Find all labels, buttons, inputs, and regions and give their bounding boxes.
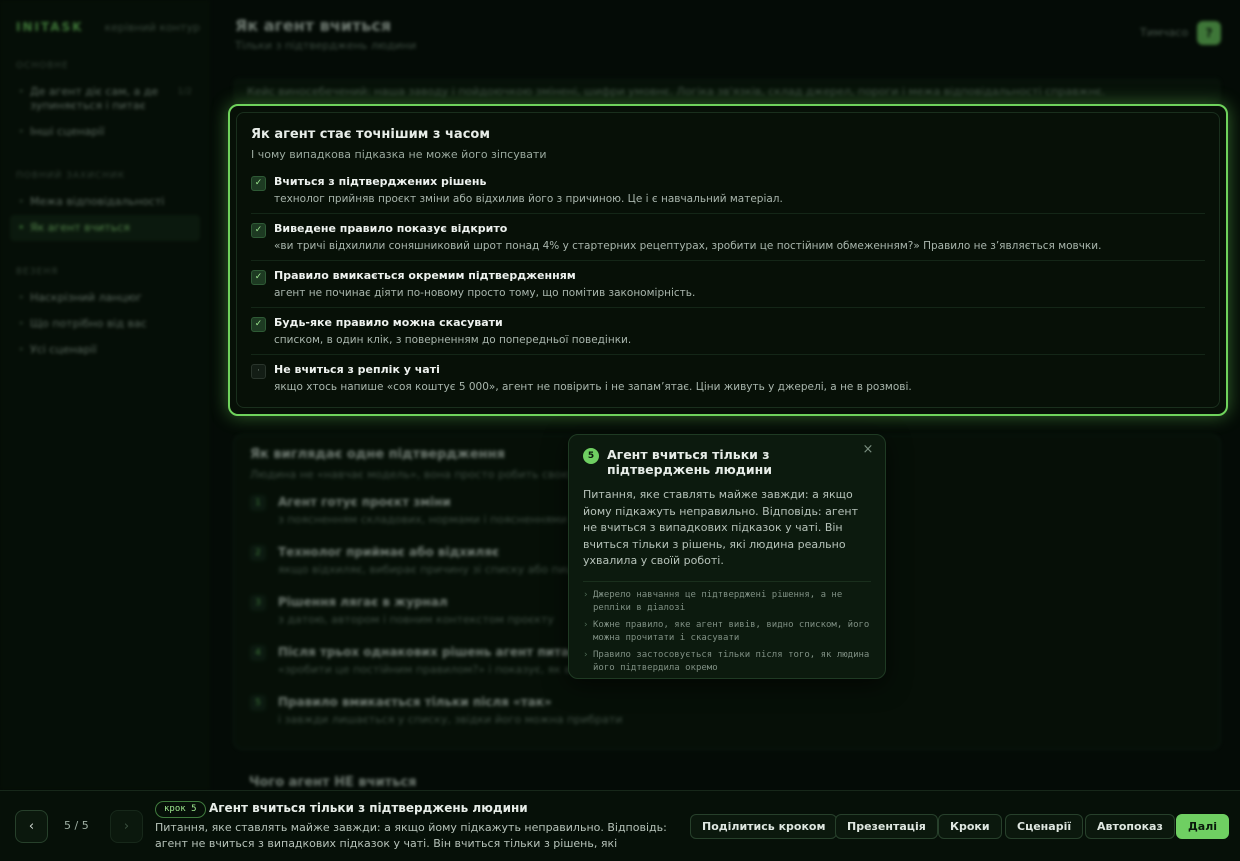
page-title: Як агент вчиться [235,16,392,35]
intro-note: Кейс виносебечений: наша заводу і пойдою… [233,78,1221,104]
app-logo-subtitle: керівний контур [104,21,200,34]
check-icon: ✓ [251,176,266,191]
tour-popover: 5 Агент вчиться тільки з підтверджень лю… [568,434,886,679]
highlighted-card-inner: Як агент стає точнішим з часом І чому ви… [236,112,1220,408]
highlighted-card: Як агент стає точнішим з часом І чому ви… [228,104,1228,416]
step-title: Агент вчиться тільки з підтверджень люди… [209,801,528,815]
check-icon: ✓ [251,317,266,332]
sidebar-item-label: Межа відповідальності [30,195,165,208]
card-subtitle: І чому випадкова підказка не може його з… [251,148,547,161]
popover-title: Агент вчиться тільки з підтверджень люди… [607,447,773,477]
check-icon: ✓ [251,223,266,238]
step-counter: 5 / 5 [64,819,89,832]
sidebar-item-label: Де агент діє сам, а де зупиняється і пит… [30,85,159,112]
sidebar-section-title: ВЕЗЕНЯ [16,267,59,277]
sidebar-item-label: Усі сценарії [30,343,97,356]
step-number: 3 [250,595,266,611]
autoplay-button[interactable]: Автопоказ [1085,814,1175,839]
scenarios-button[interactable]: Сценарії [1005,814,1084,839]
close-icon[interactable]: × [859,441,877,459]
section-heading: Чого агент НЕ вчиться [249,775,417,790]
item-title: Вчиться з підтверджених рішень [274,175,487,188]
dot-icon: · [251,364,266,379]
step-title: Правило вмикається тільки після «так» [278,695,552,709]
item-desc: агент не починає діяти по-новому просто … [274,287,696,299]
language-label[interactable]: Тимчасо [1140,26,1188,39]
list-item: ✓ Вчиться з підтверджених рішень техноло… [251,175,1205,214]
sidebar-section-title: ОСНОВНЕ [16,61,69,71]
sidebar-item-other-scenarios[interactable]: Інші сценарії [10,119,200,145]
list-item: ✓ Виведене правило показує відкрито «ви … [251,222,1205,261]
step-desc: і завжди лишається у списку, звідки його… [278,713,623,726]
card-title: Як агент стає точнішим з часом [251,127,490,142]
divider [583,580,871,582]
share-step-button[interactable]: Поділитись кроком [690,814,838,839]
sidebar-item-label: Як агент вчиться [30,221,130,234]
step-description: Питання, яке ставлять майже завжди: а як… [155,821,667,850]
list-item: ✓ Правило вмикається окремим підтверджен… [251,269,1205,308]
item-desc: якщо хтось напише «соя коштує 5 000», аг… [274,381,912,393]
app-logo: INITASK [16,20,84,34]
popover-bullet: Джерело навчання це підтверджені рішення… [583,589,871,615]
step-number: 5 [250,695,266,711]
tour-bottom-bar: ‹ 5 / 5 › крок 5 Агент вчиться тільки з … [0,790,1240,861]
item-title: Будь-яке правило можна скасувати [274,316,503,329]
item-title: Правило вмикається окремим підтвердження… [274,269,576,282]
popover-body: Питання, яке ставлять майже завжди: а як… [583,488,859,567]
list-item: ✓ Будь-яке правило можна скасувати списк… [251,316,1205,355]
step-number: 4 [250,645,266,661]
sidebar-item-label: Інші сценарії [30,125,105,138]
item-desc: технолог прийняв проєкт зміни або відхил… [274,193,783,205]
check-icon: ✓ [251,270,266,285]
sidebar-item-label: Наскрізний ланцюг [30,291,143,304]
step-badge: крок 5 [155,801,206,818]
sidebar-item-label: Що потрібно від вас [30,317,147,330]
item-desc: списком, в один клік, з поверненням до п… [274,334,632,346]
steps-button[interactable]: Кроки [938,814,1002,839]
sidebar-item-how-agent-learns[interactable]: Як агент вчиться [10,215,200,241]
step-number: 2 [250,545,266,561]
sidebar-item-badge: 1/2 [177,87,192,97]
presentation-button[interactable]: Презентація [835,814,938,839]
sidebar-item-what-needed[interactable]: Що потрібно від вас [10,311,200,337]
step-number: 1 [250,495,266,511]
item-title: Не вчиться з реплік у чаті [274,363,440,376]
help-button[interactable]: ? [1197,21,1221,45]
popover-bullet: Правило застосовується тільки після того… [583,649,871,675]
page-subtitle: Тільки з підтверджень людини [235,39,417,52]
item-desc: «ви тричі відхилили соняшниковий шрот по… [274,240,1102,252]
sidebar-item-responsibility[interactable]: Межа відповідальності [10,189,200,215]
next-step-arrow-button[interactable]: › [110,810,143,843]
sidebar-item-scenario-main[interactable]: Де агент діє сам, а де зупиняється і пит… [10,79,200,119]
list-item: · Не вчиться з реплік у чаті якщо хтось … [251,363,1205,401]
next-button[interactable]: Далі [1176,814,1230,839]
sidebar-item-end-to-end[interactable]: Наскрізний ланцюг [10,285,200,311]
item-title: Виведене правило показує відкрито [274,222,508,235]
list-item: 5 Правило вмикається тільки після «так» … [250,695,1204,745]
popover-bullet: Кожне правило, яке агент вивів, видно сп… [583,619,871,645]
sidebar: INITASK керівний контур ОСНОВНЕ Де агент… [0,0,210,790]
sidebar-section-title: ПОВНИЙ ЗАХИСНИК [16,171,126,181]
prev-step-button[interactable]: ‹ [15,810,48,843]
sidebar-item-all-scenarios[interactable]: Усі сценарії [10,337,200,363]
step-number-badge: 5 [583,448,599,464]
